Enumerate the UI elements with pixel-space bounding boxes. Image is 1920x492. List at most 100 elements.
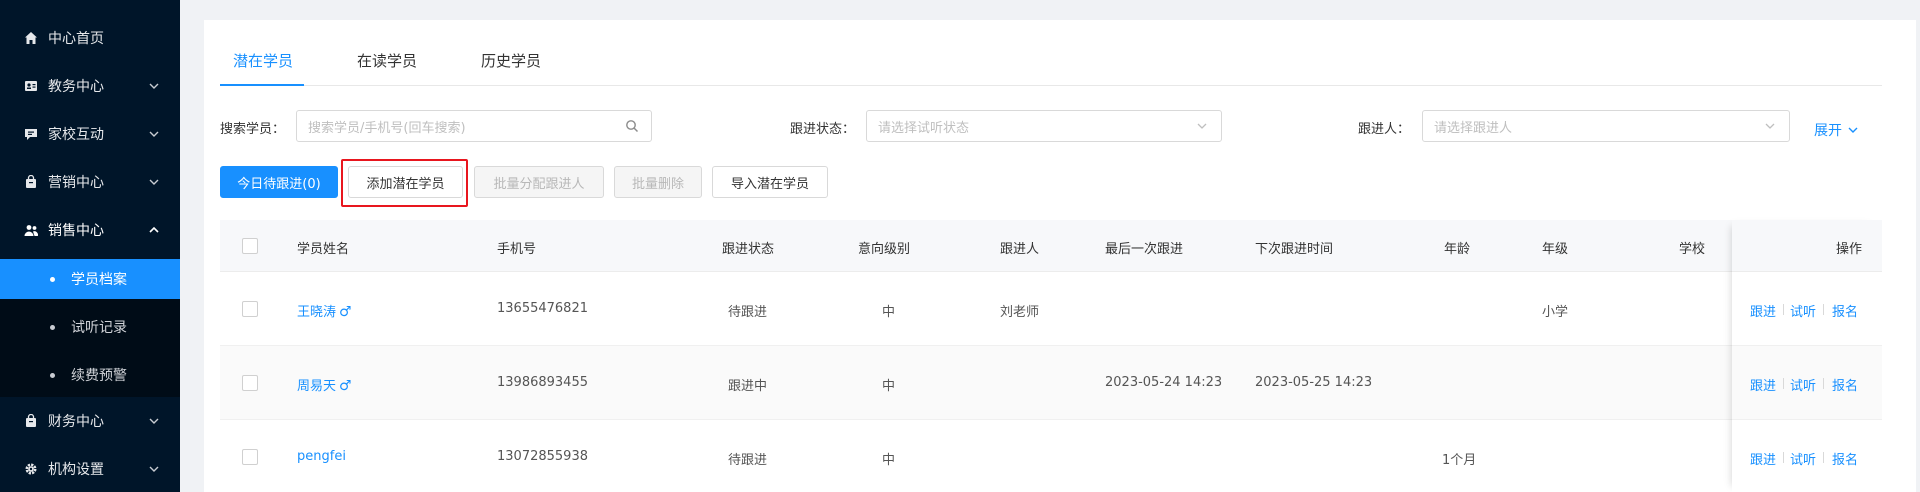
- trial-action-link[interactable]: 试听: [1790, 301, 1816, 320]
- col-header-school: 学校: [1679, 242, 1706, 257]
- col-header-phone: 手机号: [497, 242, 537, 257]
- enroll-action-link[interactable]: 报名: [1832, 301, 1858, 320]
- cell-grade: 小学: [1542, 305, 1569, 320]
- chat-book-icon: [24, 127, 38, 141]
- sidebar-item-home[interactable]: 中心首页: [0, 14, 180, 62]
- bullet-icon: [50, 372, 55, 378]
- table-row: pengfei 13072855938 待跟进 中 1个月 跟进 试听 报名: [220, 420, 1882, 492]
- chevron-up-icon: [149, 226, 159, 233]
- chevron-down-icon: [149, 418, 159, 424]
- col-header-age: 年龄: [1444, 242, 1471, 257]
- cell-next-follow: 2023-05-25 14:23: [1255, 375, 1373, 390]
- chevron-down-icon: [1848, 127, 1858, 133]
- sidebar-subitem-student-records[interactable]: 学员档案: [0, 259, 180, 299]
- highlight-annotation-box: [341, 159, 468, 207]
- trial-action-link[interactable]: 试听: [1790, 449, 1816, 468]
- sidebar-item-marketing[interactable]: 营销中心: [0, 158, 180, 206]
- sidebar: 中心首页 教务中心 家校互动 营销中心 销售中心 学员档案 试听记录 续费预警 …: [0, 0, 180, 492]
- sidebar-subitem-label: 试听记录: [71, 320, 127, 336]
- row-checkbox[interactable]: [242, 449, 258, 465]
- cell-age: 1个月: [1442, 453, 1477, 468]
- male-icon: ♂: [339, 378, 352, 394]
- sidebar-item-home-school[interactable]: 家校互动: [0, 110, 180, 158]
- student-name-link[interactable]: pengfei: [297, 449, 346, 464]
- col-header-name: 学员姓名: [297, 242, 350, 257]
- tab-potential-students[interactable]: 潜在学员: [233, 50, 293, 71]
- tab-current-students[interactable]: 在读学员: [357, 50, 417, 71]
- sidebar-item-settings[interactable]: 机构设置: [0, 445, 180, 492]
- sidebar-item-sales[interactable]: 销售中心: [0, 206, 180, 254]
- bullet-icon: [50, 276, 55, 282]
- sidebar-subitem-renewal-alert[interactable]: 续费预警: [0, 355, 180, 395]
- search-input[interactable]: 搜索学员/手机号(回车搜索): [296, 110, 652, 142]
- follower-placeholder: 请选择跟进人: [1434, 120, 1513, 136]
- student-name: 王晓涛: [297, 305, 337, 320]
- sidebar-item-label: 销售中心: [48, 223, 104, 239]
- enroll-action-link[interactable]: 报名: [1832, 449, 1858, 468]
- gear-icon: [24, 462, 38, 476]
- action-divider: [1823, 452, 1824, 463]
- cell-intent: 中: [882, 453, 896, 468]
- import-potential-students-button[interactable]: 导入潜在学员: [712, 166, 828, 198]
- student-name: 周易天: [297, 379, 337, 394]
- cell-status: 待跟进: [728, 305, 768, 320]
- wallet-icon: [24, 414, 38, 428]
- col-header-grade: 年级: [1542, 242, 1569, 257]
- sidebar-subitem-trial-records[interactable]: 试听记录: [0, 307, 180, 347]
- col-header-next-follow: 下次跟进时间: [1255, 242, 1334, 257]
- status-placeholder: 请选择试听状态: [878, 120, 970, 136]
- sidebar-item-label: 家校互动: [48, 127, 104, 143]
- male-icon: ♂: [339, 304, 352, 320]
- expand-label: 展开: [1814, 123, 1842, 139]
- follow-action-link[interactable]: 跟进: [1750, 375, 1776, 394]
- col-header-status: 跟进状态: [722, 242, 775, 257]
- home-icon: [24, 31, 38, 45]
- status-select[interactable]: 请选择试听状态: [866, 110, 1222, 142]
- col-header-last-follow: 最后一次跟进: [1105, 242, 1184, 257]
- sidebar-item-academic[interactable]: 教务中心: [0, 62, 180, 110]
- cell-status: 待跟进: [728, 453, 768, 468]
- cell-phone: 13986893455: [497, 375, 588, 390]
- row-checkbox[interactable]: [242, 301, 258, 317]
- batch-assign-follower-button[interactable]: 批量分配跟进人: [474, 166, 604, 198]
- action-divider: [1783, 304, 1784, 315]
- cell-intent: 中: [882, 305, 896, 320]
- enroll-action-link[interactable]: 报名: [1832, 375, 1858, 394]
- cell-status: 跟进中: [728, 379, 768, 394]
- batch-delete-button[interactable]: 批量删除: [614, 166, 702, 198]
- select-all-checkbox[interactable]: [242, 238, 258, 254]
- follower-label: 跟进人：: [1358, 122, 1411, 137]
- sidebar-item-label: 营销中心: [48, 175, 104, 191]
- sidebar-subitem-label: 学员档案: [71, 272, 127, 288]
- today-follow-button[interactable]: 今日待跟进(0): [220, 166, 338, 198]
- chevron-down-icon: [149, 131, 159, 137]
- search-icon[interactable]: [625, 119, 639, 133]
- sidebar-item-label: 机构设置: [48, 462, 104, 478]
- sidebar-item-label: 中心首页: [48, 31, 104, 47]
- users-icon: [24, 223, 38, 237]
- search-placeholder: 搜索学员/手机号(回车搜索): [308, 120, 466, 136]
- cell-phone: 13072855938: [497, 449, 588, 464]
- search-label: 搜索学员：: [220, 122, 286, 137]
- main-card: 潜在学员 在读学员 历史学员 搜索学员： 搜索学员/手机号(回车搜索) 跟进状态…: [204, 20, 1916, 492]
- student-name-link[interactable]: 王晓涛 ♂: [297, 301, 352, 320]
- follow-action-link[interactable]: 跟进: [1750, 449, 1776, 468]
- student-tabs: 潜在学员 在读学员 历史学员: [220, 20, 1882, 86]
- row-checkbox[interactable]: [242, 375, 258, 391]
- follow-action-link[interactable]: 跟进: [1750, 301, 1776, 320]
- table-header: 学员姓名 手机号 跟进状态 意向级别 跟进人 最后一次跟进 下次跟进时间 年龄 …: [220, 220, 1882, 272]
- chevron-down-icon: [149, 179, 159, 185]
- person-card-icon: [24, 79, 38, 93]
- expand-filters-toggle[interactable]: 展开: [1814, 120, 1860, 140]
- trial-action-link[interactable]: 试听: [1790, 375, 1816, 394]
- status-label: 跟进状态：: [790, 122, 856, 137]
- sidebar-item-label: 教务中心: [48, 79, 104, 95]
- cell-intent: 中: [882, 379, 896, 394]
- tab-history-students[interactable]: 历史学员: [481, 50, 541, 71]
- follower-select[interactable]: 请选择跟进人: [1422, 110, 1790, 142]
- student-name-link[interactable]: 周易天 ♂: [297, 375, 352, 394]
- action-divider: [1783, 452, 1784, 463]
- sidebar-item-finance[interactable]: 财务中心: [0, 397, 180, 445]
- cell-follower: 刘老师: [1000, 305, 1040, 320]
- student-name: pengfei: [297, 449, 346, 464]
